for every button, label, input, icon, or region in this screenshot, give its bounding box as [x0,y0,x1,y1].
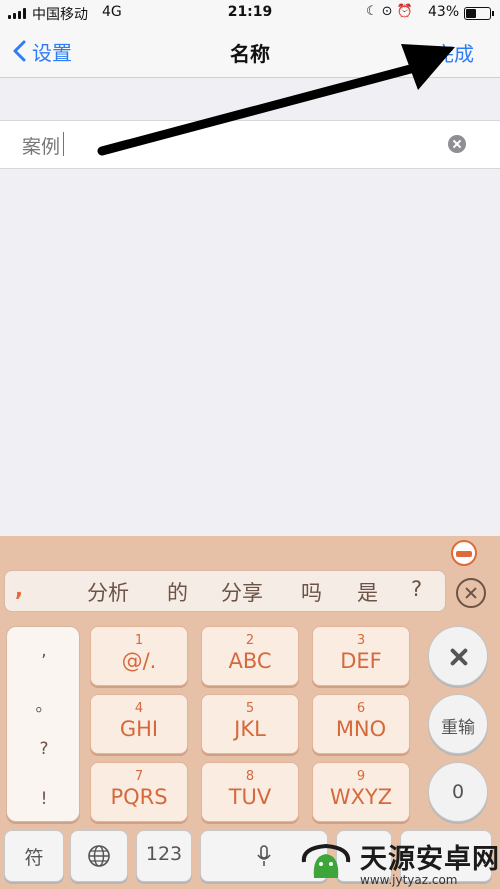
orientation-lock-icon: ⊙ [381,4,397,19]
microphone-icon [257,845,271,866]
globe-icon [88,845,110,867]
battery-icon [464,7,491,20]
candidate-item[interactable]: 分享 [221,577,263,607]
punctuation-column: , 。 ? ! [6,626,80,822]
t9-key-9[interactable]: 9 WXYZ [312,762,410,822]
alarm-icon: ⏰ [396,4,417,19]
language-switch-key[interactable] [70,830,128,882]
candidate-bar: , 分析 的 分享 吗 是 ? [4,570,446,612]
key-letters: WXYZ [329,785,393,809]
punctuation-key[interactable]: ? [7,739,81,759]
t9-key-1[interactable]: 1 @/. [90,626,188,686]
candidate-item[interactable]: 的 [167,577,188,607]
key-number: 7 [134,769,144,784]
key-number: 4 [134,701,144,716]
zero-label: 0 [451,781,465,803]
battery-fill [466,9,476,18]
candidate-item[interactable]: 分析 [87,577,129,607]
clear-text-icon[interactable] [448,135,466,153]
key-letters: JKL [234,717,266,741]
key-number: 2 [245,633,255,648]
punctuation-key[interactable]: 。 [7,691,81,716]
status-time: 21:19 [227,4,273,20]
watermark: 天源安卓网 www.jytyaz.com [298,838,500,887]
android-logo-icon [298,842,354,882]
watermark-title: 天源安卓网 [360,844,500,875]
name-input[interactable] [22,131,422,159]
t9-key-4[interactable]: 4 GHI [90,694,188,754]
status-bar: 中国移动 4G 21:19 ☾⊙⏰ 43% [0,0,500,26]
reenter-label: 重输 [441,718,475,738]
key-number: 8 [245,769,255,784]
page-title: 名称 [230,42,270,66]
key-number: 3 [356,633,366,648]
t9-key-3[interactable]: 3 DEF [312,626,410,686]
status-icons: ☾⊙⏰ [366,4,417,19]
reenter-button[interactable]: 重输 [428,694,488,754]
key-letters: MNO [335,717,387,741]
candidate-item[interactable]: ? [411,577,422,601]
punctuation-key[interactable]: , [7,641,81,661]
delete-button[interactable] [428,626,488,686]
t9-key-6[interactable]: 6 MNO [312,694,410,754]
navigation-bar: 设置 名称 完成 [0,26,500,78]
key-number: 6 [356,701,366,716]
t9-key-5[interactable]: 5 JKL [201,694,299,754]
t9-key-8[interactable]: 8 TUV [201,762,299,822]
key-letters: GHI [119,717,159,741]
battery-percent: 43% [428,4,460,20]
key-letters: ABC [228,649,272,673]
zero-key[interactable]: 0 [428,762,488,822]
text-cursor [63,132,64,156]
moon-icon: ☾ [366,4,382,19]
battery-tip [492,11,494,16]
t9-key-2[interactable]: 2 ABC [201,626,299,686]
done-button[interactable]: 完成 [434,38,474,67]
t9-key-7[interactable]: 7 PQRS [90,762,188,822]
key-number: 5 [245,701,255,716]
key-number: 9 [356,769,366,784]
key-letters: DEF [340,649,382,673]
key-letters: TUV [228,785,272,809]
key-letters: PQRS [110,785,168,809]
number-mode-key[interactable]: 123 [136,830,192,882]
candidate-item[interactable]: , [15,577,23,601]
candidate-item[interactable]: 吗 [301,577,322,607]
keyboard-mascot-icon[interactable] [451,540,477,566]
candidate-item[interactable]: 是 [357,577,378,607]
symbol-key[interactable]: 符 [4,830,64,882]
key-number: 1 [134,633,144,648]
name-field-row [0,120,500,169]
punctuation-key[interactable]: ! [7,789,81,809]
key-letters: @/. [121,649,157,673]
candidate-close-button[interactable] [456,578,486,608]
